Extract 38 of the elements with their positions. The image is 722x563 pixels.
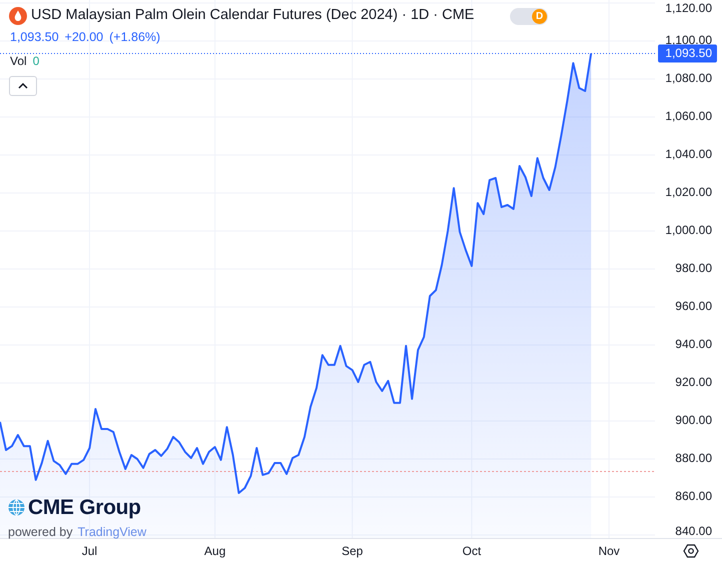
axis-label: 860.00 [675, 489, 712, 504]
chart-title: USD Malaysian Palm Olein Calendar Futures (Dec 2024) · 1D · CME [31, 6, 474, 25]
volume-value: 0 [32, 52, 40, 70]
axis-label: 940.00 [675, 337, 712, 352]
axis-label: 1,080.00 [665, 71, 712, 86]
axis-label: 1,000.00 [665, 223, 712, 238]
platform-link[interactable]: TradingView [78, 523, 146, 542]
drop-icon [9, 6, 27, 25]
status-letter: D [532, 9, 547, 24]
axis-label: Sep [342, 544, 363, 558]
axis-label: 1,040.00 [665, 147, 712, 162]
collapse-button[interactable] [9, 76, 37, 96]
globe-icon [8, 499, 25, 516]
price-change-percent: (+1.86%) [109, 28, 160, 46]
powered-by-text: powered by [8, 524, 73, 541]
price-value: 1,093.50 [10, 28, 59, 46]
settings-button[interactable] [682, 542, 700, 560]
brand-name: CME Group [28, 497, 141, 518]
axis-label: 840.00 [675, 524, 712, 538]
last-price-label: 1,093.50 [658, 44, 717, 62]
axis-label: Jul [82, 544, 98, 558]
axis-label: 920.00 [675, 375, 712, 390]
axis-label: 880.00 [675, 451, 712, 466]
axis-label: 1,020.00 [665, 185, 712, 200]
axis-label: 980.00 [675, 261, 712, 276]
volume-label: Vol [10, 52, 27, 70]
market-status-badge[interactable]: D [510, 8, 548, 25]
axis-label: 960.00 [675, 299, 712, 314]
axis-label: Nov [598, 544, 620, 558]
axis-label: 1,120.00 [665, 1, 712, 16]
price-change: +20.00 [64, 28, 104, 46]
chevron-up-icon [18, 82, 28, 88]
axis-label: 1,100.00 [665, 33, 712, 48]
axis-label: 900.00 [675, 413, 712, 428]
axis-label: Aug [204, 544, 226, 558]
settings-icon [683, 544, 699, 558]
axis-label: Oct [462, 544, 482, 558]
axis-label: 1,060.00 [665, 109, 712, 124]
